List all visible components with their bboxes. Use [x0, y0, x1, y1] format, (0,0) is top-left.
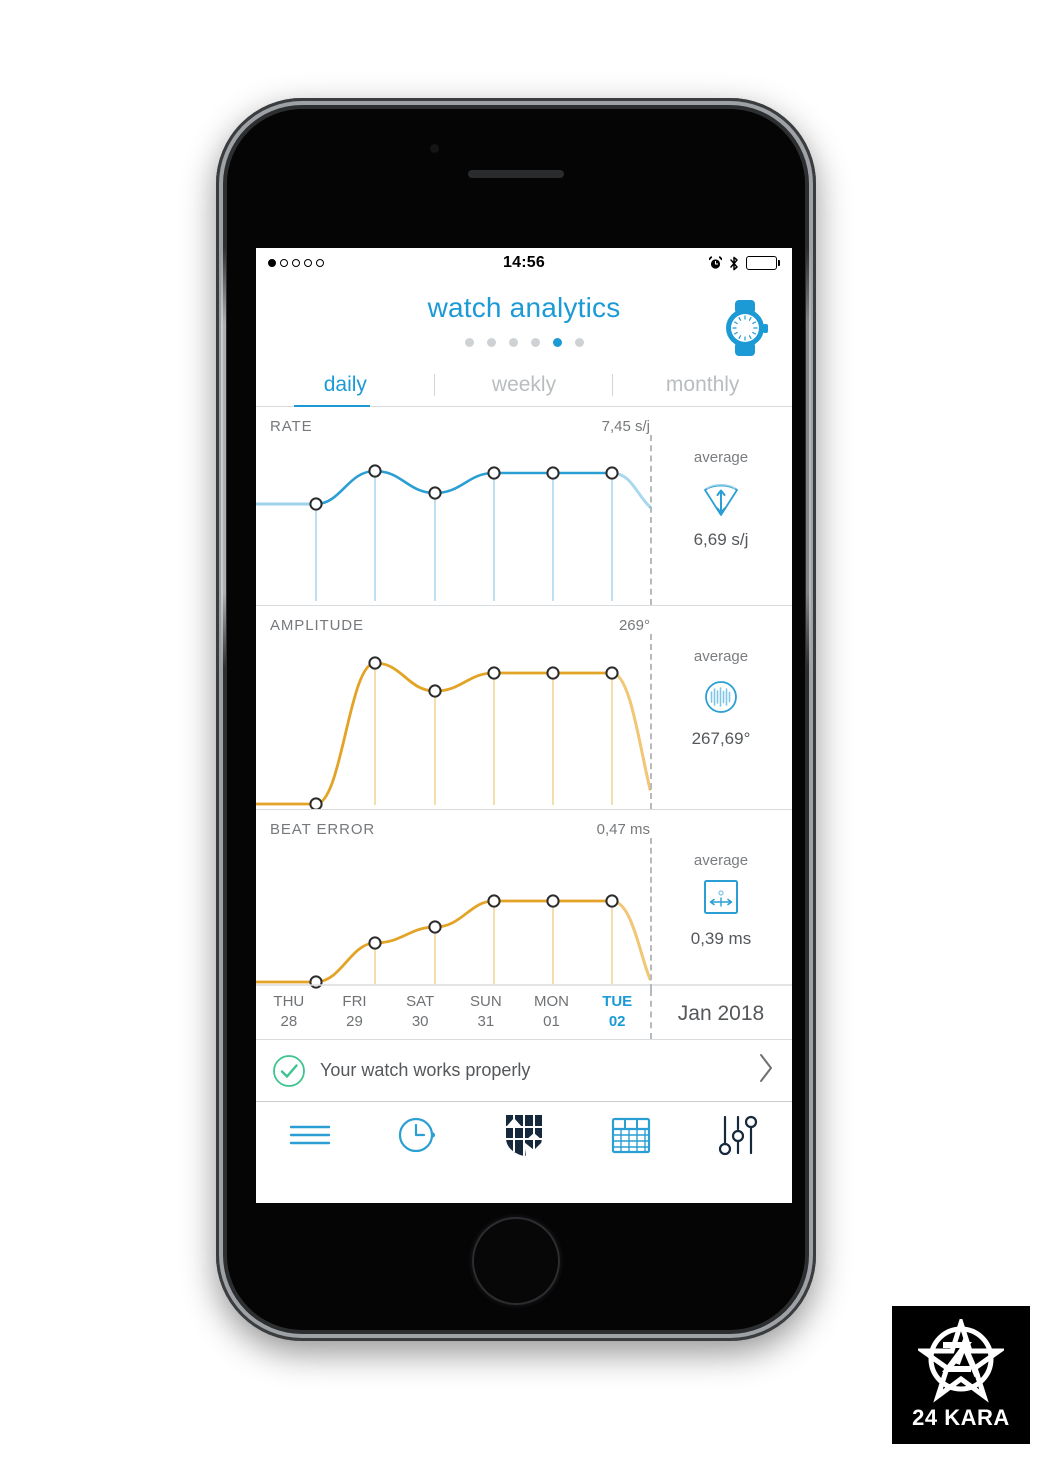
day-dow-0: THU — [273, 993, 305, 1010]
metric-amplitude-label: AMPLITUDE — [270, 617, 364, 634]
day-dow-4: MON — [534, 993, 570, 1010]
tabbar-item-menu[interactable] — [256, 1118, 363, 1152]
tabbar-item-calendar[interactable] — [578, 1114, 685, 1156]
tabbar-item-settings[interactable] — [685, 1113, 792, 1157]
za-anarchy-star-icon — [918, 1319, 1004, 1403]
phone-device: 14:56 watch analytics daily weekly month… — [216, 98, 816, 1341]
day-num-0: 28 — [280, 1013, 298, 1031]
day-dow-3: SUN — [470, 993, 502, 1010]
page-dot-4[interactable] — [530, 338, 540, 347]
metric-amplitude-plot[interactable]: average 267,69° — [256, 634, 792, 809]
status-banner-text: Your watch works properly — [320, 1060, 531, 1080]
page-dot-1[interactable] — [464, 338, 474, 347]
brand-logo-text: 24 KARA — [912, 1405, 1010, 1430]
phone-edge-highlight-left — [221, 248, 226, 668]
clock-icon — [398, 1117, 435, 1153]
day-label-2[interactable]: SAT 30 — [387, 992, 453, 1033]
day-num-3: 31 — [477, 1013, 495, 1031]
metric-beat-error-label: BEAT ERROR — [270, 821, 376, 838]
tabbar-item-clock[interactable] — [363, 1113, 470, 1157]
page-dot-3[interactable] — [508, 338, 518, 347]
tab-separator-1 — [434, 374, 435, 396]
status-bar-clock: 14:56 — [503, 254, 545, 271]
phone-screen: 14:56 watch analytics daily weekly month… — [256, 248, 792, 1203]
rate-average-label: average — [693, 449, 749, 466]
amplitude-average-value: 267,69° — [691, 729, 751, 748]
app-header: watch analytics — [256, 278, 792, 356]
ios-status-bar: 14:56 — [256, 248, 792, 278]
period-tabs: daily weekly monthly — [256, 365, 792, 407]
screenshot-root: 14:56 watch analytics daily weekly month… — [0, 0, 1048, 1460]
beat-error-caliper-icon — [704, 880, 738, 914]
day-labels: THU 28 FRI 29 SAT 30 SUN 31 MON 01 TUE 0… — [256, 992, 650, 1033]
day-label-4[interactable]: MON 01 — [519, 992, 585, 1033]
rate-average-panel: average 6,69 s/j — [650, 435, 792, 550]
shield-crest-icon — [506, 1115, 542, 1156]
metric-beat-error-plot[interactable]: average 0,39 ms — [256, 838, 792, 990]
day-dow-2: SAT — [406, 993, 435, 1010]
metric-rate-value: 7,45 s/j — [601, 418, 650, 435]
day-dow-1: FRI — [342, 993, 367, 1010]
date-axis: THU 28 FRI 29 SAT 30 SUN 31 MON 01 TUE 0… — [256, 990, 792, 1040]
status-banner-chevron[interactable] — [756, 1051, 776, 1090]
metric-amplitude: AMPLITUDE 269° average 267,69° — [256, 606, 792, 810]
page-dot-5[interactable] — [552, 338, 562, 347]
rate-average-value: 6,69 s/j — [693, 530, 749, 549]
tabbar-item-crest[interactable] — [470, 1112, 577, 1158]
page-title: watch analytics — [427, 292, 621, 323]
amplitude-average-panel: average 267,69° — [650, 634, 792, 749]
metric-rate-header: RATE 7,45 s/j — [270, 407, 650, 435]
amplitude-waveform-icon — [705, 681, 737, 713]
metric-beat-error-header: BEAT ERROR 0,47 ms — [270, 810, 650, 838]
brand-logo: 24 KARA — [892, 1306, 1030, 1444]
month-label: Jan 2018 — [677, 1002, 765, 1025]
beat-error-average-label: average — [693, 852, 749, 869]
page-indicator[interactable] — [256, 338, 792, 347]
day-label-5[interactable]: TUE 02 — [584, 992, 650, 1033]
sliders-icon — [719, 1115, 758, 1156]
tab-separator-2 — [612, 374, 613, 396]
day-dow-5: TUE — [602, 993, 633, 1010]
tab-weekly[interactable]: weekly — [435, 373, 614, 406]
calendar-icon — [612, 1117, 651, 1154]
earpiece-speaker — [468, 170, 564, 178]
beat-error-average-panel: average 0,39 ms — [650, 838, 792, 949]
day-num-2: 30 — [411, 1013, 429, 1031]
day-num-1: 29 — [346, 1013, 363, 1031]
check-circle-icon — [273, 1054, 305, 1087]
beat-error-average-value: 0,39 ms — [690, 929, 752, 948]
watch-icon — [726, 300, 768, 356]
metric-beat-error-value: 0,47 ms — [596, 821, 650, 838]
amplitude-average-label: average — [693, 648, 749, 665]
metric-beat-error: BEAT ERROR 0,47 ms average 0,39 ms — [256, 810, 792, 990]
tab-monthly[interactable]: monthly — [613, 373, 792, 406]
bottom-tab-bar — [256, 1102, 792, 1168]
phone-edge-highlight-right — [806, 248, 811, 668]
rate-cone-icon — [704, 483, 738, 516]
metric-amplitude-value: 269° — [618, 617, 650, 634]
home-button[interactable] — [472, 1217, 560, 1305]
day-label-3[interactable]: SUN 31 — [453, 992, 519, 1033]
page-dot-2[interactable] — [486, 338, 496, 347]
watch-button[interactable] — [718, 300, 772, 361]
day-label-0[interactable]: THU 28 — [256, 992, 322, 1033]
front-camera — [430, 144, 439, 153]
tab-daily[interactable]: daily — [256, 373, 435, 406]
status-banner[interactable]: Your watch works properly — [256, 1040, 792, 1102]
day-num-4: 01 — [543, 1013, 560, 1031]
metric-rate: RATE 7,45 s/j average 6,69 s/j — [256, 407, 792, 606]
day-label-1[interactable]: FRI 29 — [322, 992, 388, 1033]
metric-rate-label: RATE — [270, 418, 313, 435]
chevron-right-icon — [760, 1054, 772, 1082]
menu-lines-icon — [289, 1125, 330, 1145]
metric-rate-plot[interactable]: average 6,69 s/j — [256, 435, 792, 605]
metric-amplitude-header: AMPLITUDE 269° — [270, 606, 650, 634]
day-num-5: 02 — [608, 1013, 626, 1031]
page-dot-6[interactable] — [574, 338, 584, 347]
